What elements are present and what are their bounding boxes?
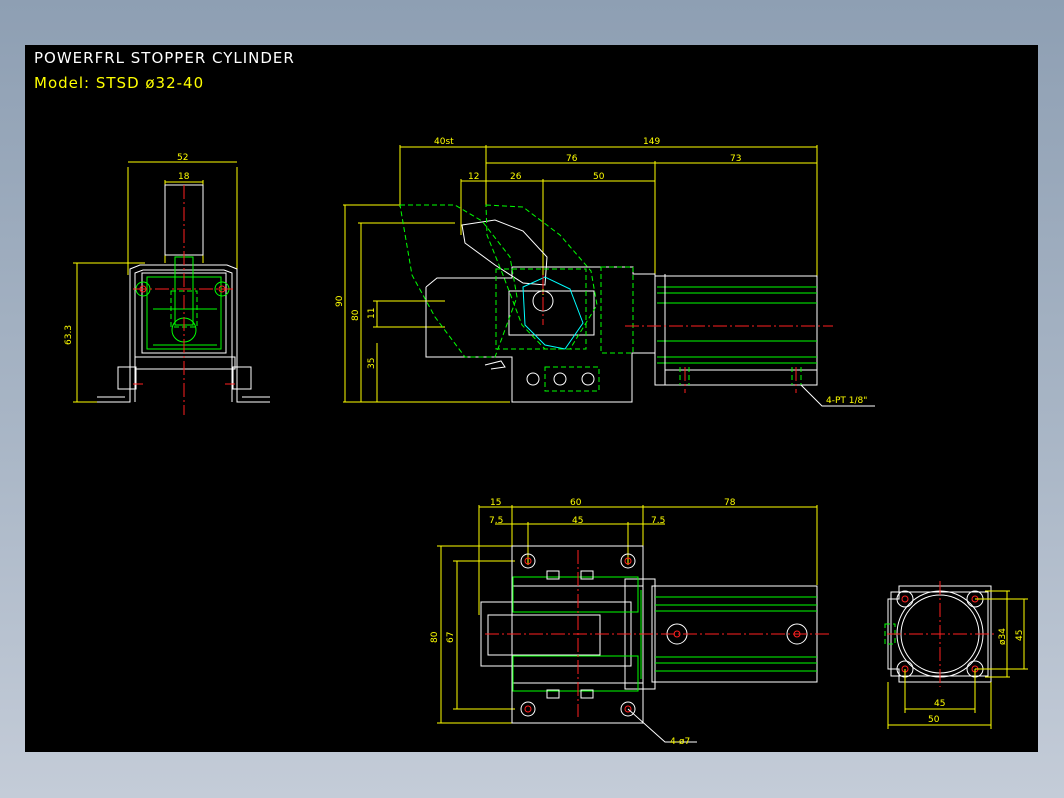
- dim-149: 149: [643, 137, 660, 147]
- dim-90: 90: [335, 295, 345, 307]
- dim-52: 52: [177, 153, 188, 163]
- dim-7-5a: 7.5: [489, 516, 503, 526]
- dim-73: 73: [730, 154, 741, 164]
- dim-35: 35: [367, 358, 377, 369]
- dim-60: 60: [570, 498, 582, 508]
- dim-67: 67: [446, 632, 456, 643]
- dim-45-end-h: 45: [934, 699, 945, 709]
- front-view: 40st 149 76 73 12 26 50 90 80 11 35 4-PT…: [335, 137, 875, 407]
- end-view: ø34 45 45 50: [884, 581, 1028, 729]
- drawing-sheet: POWERFRL STOPPER CYLINDER Model: STSD ø3…: [25, 45, 1038, 752]
- dim-50-end: 50: [928, 715, 940, 725]
- dim-26: 26: [510, 172, 522, 182]
- dim-45: 45: [572, 516, 583, 526]
- dim-63-3: 63.3: [64, 325, 74, 345]
- dim-76: 76: [566, 154, 578, 164]
- port-label: 4-PT 1/8": [826, 396, 867, 406]
- dim-78: 78: [724, 498, 736, 508]
- dim-15: 15: [490, 498, 501, 508]
- side-view: 52 18 63.3: [64, 153, 270, 415]
- holes-label: 4-ø7: [670, 737, 690, 747]
- dim-45-end-v: 45: [1015, 630, 1025, 641]
- dim-11: 11: [367, 308, 377, 319]
- dim-80-top: 80: [430, 631, 440, 643]
- dim-7-5b: 7.5: [651, 516, 665, 526]
- dim-40st: 40st: [434, 137, 454, 147]
- dim-12: 12: [468, 172, 479, 182]
- dim-phi34: ø34: [998, 628, 1008, 645]
- cad-drawing: 52 18 63.3 40st 149 76 73 12 26 50 90 80…: [64, 137, 1028, 747]
- top-view: 15 60 78 7.5 45 7.5 80 67 4-ø7: [430, 498, 830, 747]
- dim-50: 50: [593, 172, 605, 182]
- dim-18: 18: [178, 172, 190, 182]
- dim-80: 80: [351, 309, 361, 321]
